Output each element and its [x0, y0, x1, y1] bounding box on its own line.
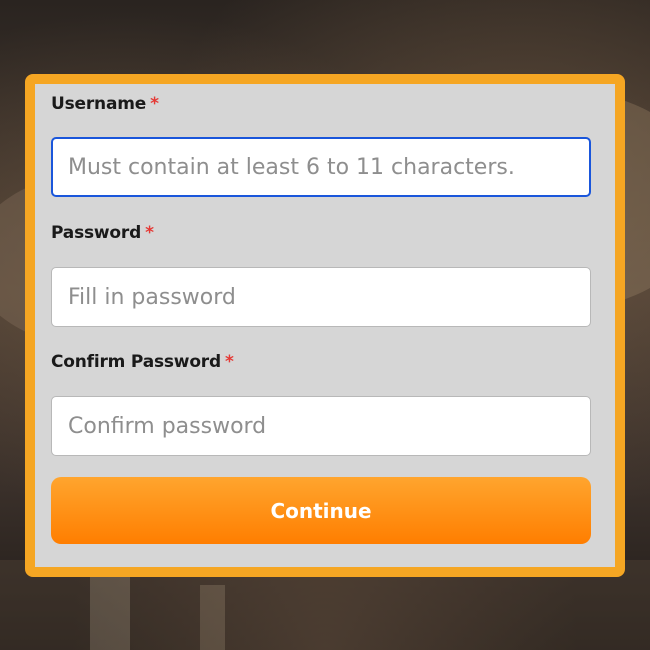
registration-form-card: Username* Password* Confirm Password* Co…: [25, 74, 625, 577]
confirm-password-required-mark: *: [224, 352, 234, 372]
confirm-password-label: Confirm Password *: [51, 352, 234, 372]
confirm-password-input[interactable]: [51, 396, 591, 456]
password-required-mark: *: [145, 223, 154, 243]
password-label: Password *: [51, 223, 154, 243]
username-label-text: Username: [51, 94, 147, 114]
username-required-mark: *: [150, 94, 159, 114]
confirm-password-label-text: Confirm Password: [51, 352, 221, 372]
username-label: Username *: [51, 94, 159, 114]
password-input[interactable]: [51, 267, 591, 327]
password-label-text: Password: [51, 223, 142, 243]
username-input[interactable]: [51, 137, 591, 197]
continue-button[interactable]: Continue: [51, 477, 591, 544]
